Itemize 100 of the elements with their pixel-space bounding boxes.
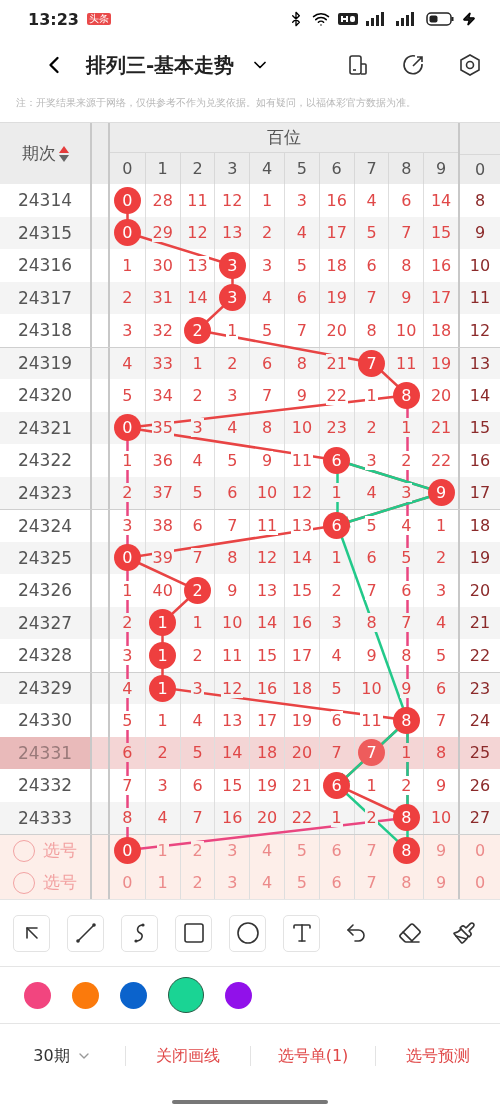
rectangle-icon	[181, 921, 206, 945]
miss-count: 3	[121, 645, 134, 665]
miss-count: 2	[365, 808, 378, 828]
miss-count: 2	[121, 613, 134, 633]
miss-count: 7	[121, 775, 134, 795]
number-ball[interactable]: 0	[113, 837, 141, 865]
number-ball: 1	[149, 674, 177, 702]
miss-count: 11	[468, 288, 492, 308]
period-number: 24319	[17, 353, 73, 374]
period-number: 24329	[17, 678, 73, 699]
number-ball: 0	[113, 544, 141, 572]
color-swatch[interactable]	[24, 981, 51, 1009]
miss-count: 19	[468, 548, 492, 568]
period-number: 24316	[17, 255, 73, 276]
number-ball[interactable]: 8	[392, 837, 420, 865]
miss-count: 17	[468, 483, 492, 503]
color-swatch[interactable]	[120, 981, 147, 1009]
number-ball: 2	[184, 316, 211, 344]
status-time: 13:23	[28, 9, 79, 29]
app-badge: 头条	[86, 13, 111, 25]
miss-count: 20	[468, 580, 492, 600]
number-ball: 1	[149, 609, 177, 637]
curve-tool-button[interactable]	[121, 914, 158, 952]
miss-count: 25	[468, 743, 492, 763]
miss-count: 24	[468, 710, 492, 730]
pick-label: 选号	[43, 839, 77, 863]
color-swatch[interactable]	[168, 977, 204, 1013]
miss-count: 1	[330, 808, 343, 828]
hd-icon	[338, 12, 358, 26]
layout-button[interactable]	[346, 53, 370, 77]
circle-icon	[235, 921, 260, 945]
period-number: 24317	[17, 287, 73, 308]
rect-tool-button[interactable]	[175, 914, 212, 952]
pick-number: 0	[473, 841, 487, 861]
miss-count: 22	[468, 645, 492, 665]
period-number: 24320	[17, 385, 73, 406]
miss-count: 9	[473, 223, 487, 243]
miss-count: 15	[468, 418, 492, 438]
text-tool-button[interactable]	[283, 914, 320, 952]
period-number: 24333	[17, 807, 73, 828]
miss-count: 2	[121, 483, 134, 503]
miss-count: 8	[365, 613, 378, 633]
circle-tool-button[interactable]	[229, 914, 266, 952]
period-number: 24328	[17, 645, 73, 666]
miss-count: 5	[121, 710, 134, 730]
action-link[interactable]: 选号预测	[375, 1046, 500, 1066]
number-ball: 1	[149, 641, 177, 669]
miss-count: 6	[121, 743, 134, 763]
number-ball: 0	[113, 219, 141, 247]
number-ball: 6	[323, 771, 351, 799]
miss-count: 26	[468, 775, 492, 795]
settings-button[interactable]	[458, 53, 482, 77]
line-tool-button[interactable]	[67, 914, 104, 952]
miss-count: 8	[121, 808, 134, 828]
sort-icon[interactable]	[58, 144, 69, 163]
color-swatch[interactable]	[72, 981, 99, 1009]
miss-count: 1	[330, 483, 343, 503]
miss-count: 11	[255, 516, 279, 536]
miss-count: 27	[468, 808, 492, 828]
charging-icon	[462, 12, 476, 26]
number-ball: 3	[218, 284, 246, 312]
miss-count: 4	[121, 678, 134, 698]
number-ball: 7	[357, 739, 385, 767]
period-number: 24324	[17, 515, 73, 536]
digit-header: 0	[121, 158, 134, 180]
number-ball: 0	[113, 414, 141, 442]
wifi-icon	[312, 10, 330, 28]
miss-count: 12	[468, 320, 492, 340]
period-number: 24323	[17, 482, 73, 503]
arrow-tool-button[interactable]	[13, 914, 50, 952]
miss-count: 3	[121, 516, 134, 536]
share-button[interactable]	[402, 53, 426, 77]
period-header: 期次	[21, 142, 56, 165]
number-ball: 2	[184, 576, 211, 604]
number-ball: 9	[427, 479, 455, 507]
period-number: 24315	[17, 222, 73, 243]
number-ball: 0	[113, 186, 141, 214]
color-swatch[interactable]	[225, 981, 252, 1009]
period-number: 24318	[17, 320, 73, 341]
number-ball: 8	[392, 381, 420, 409]
period-number: 24327	[17, 612, 73, 633]
brush-icon	[451, 921, 476, 945]
battery-icon	[426, 12, 454, 26]
action-link[interactable]: 关闭画线	[125, 1046, 250, 1066]
period-number: 24314	[17, 190, 73, 211]
page-title: 排列三-基本走势	[86, 51, 235, 79]
number-ball: 8	[392, 804, 420, 832]
period-number: 24322	[17, 450, 73, 471]
line-icon	[73, 921, 98, 945]
number-ball: 3	[218, 251, 246, 279]
group-header: 百位	[110, 123, 458, 153]
period-picker[interactable]: 30期	[0, 1044, 125, 1068]
miss-count: 3	[191, 418, 204, 438]
action-link[interactable]: 选号单(1)	[250, 1046, 375, 1066]
miss-count: 13	[290, 516, 314, 536]
eraser-icon	[397, 921, 422, 945]
pick-label: 选号	[43, 871, 77, 895]
period-number: 24330	[17, 710, 73, 731]
miss-count: 18	[468, 516, 492, 536]
miss-count: 21	[468, 613, 492, 633]
